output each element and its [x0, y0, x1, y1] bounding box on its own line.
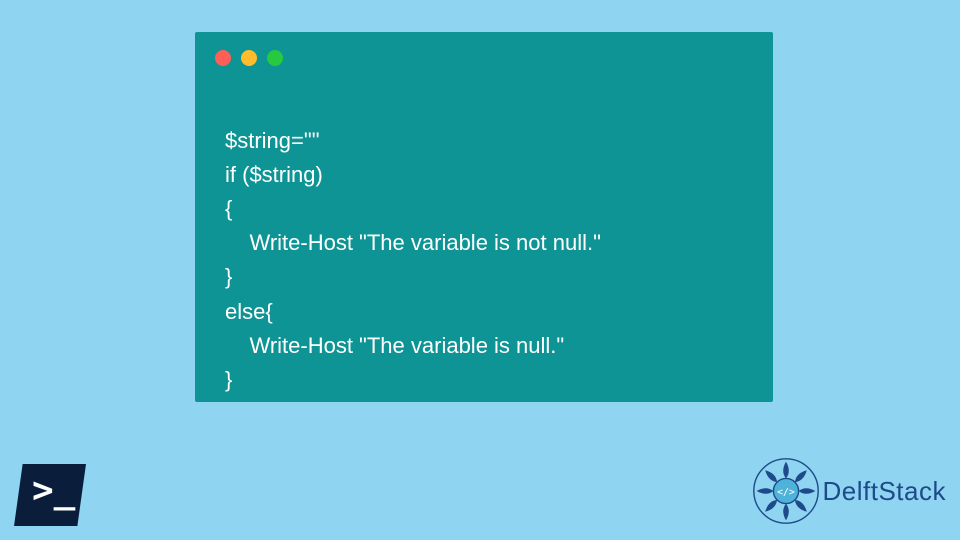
code-line: } — [225, 367, 232, 392]
code-line: else{ — [225, 299, 273, 324]
powershell-icon: >_ — [14, 464, 86, 526]
powershell-shape: >_ — [14, 464, 86, 526]
code-line: $string="" — [225, 128, 320, 153]
mandala-icon: </> — [751, 456, 821, 526]
code-line: Write-Host "The variable is not null." — [225, 230, 601, 255]
delftstack-logo: </> DelftStack — [751, 456, 947, 526]
maximize-icon — [267, 50, 283, 66]
code-line: Write-Host "The variable is null." — [225, 333, 564, 358]
code-line: if ($string) — [225, 162, 323, 187]
code-line: } — [225, 264, 232, 289]
brand-name: DelftStack — [823, 476, 947, 507]
svg-text:</>: </> — [777, 487, 795, 498]
code-block: $string="" if ($string) { Write-Host "Th… — [225, 90, 753, 397]
code-window: $string="" if ($string) { Write-Host "Th… — [195, 32, 773, 402]
close-icon — [215, 50, 231, 66]
window-controls — [215, 50, 283, 66]
code-line: { — [225, 196, 232, 221]
minimize-icon — [241, 50, 257, 66]
powershell-symbol: >_ — [32, 470, 75, 511]
